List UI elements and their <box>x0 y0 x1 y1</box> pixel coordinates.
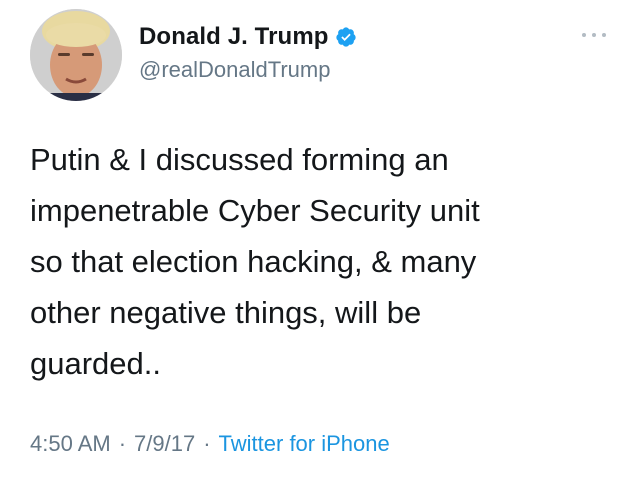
tweet-text: Putin & I discussed forming an impenetra… <box>30 142 480 381</box>
dot <box>602 33 606 37</box>
tweet-meta: 4:50 AM · 7/9/17 · Twitter for iPhone <box>30 431 390 457</box>
ellipsis-icon[interactable] <box>582 28 606 42</box>
author-handle[interactable]: @realDonaldTrump <box>139 57 330 83</box>
profile-photo-icon <box>30 9 122 101</box>
tweet-source-link[interactable]: Twitter for iPhone <box>219 431 390 457</box>
author-name-row: Donald J. Trump <box>139 20 357 54</box>
tweet-date[interactable]: 7/9/17 <box>134 431 195 457</box>
meta-separator: · <box>118 431 127 456</box>
dot <box>592 33 596 37</box>
author-name[interactable]: Donald J. Trump <box>139 23 329 51</box>
dot <box>582 33 586 37</box>
tweet-card: Donald J. Trump @realDonaldTrump Putin &… <box>0 0 640 477</box>
tweet-time[interactable]: 4:50 AM <box>30 431 111 457</box>
verified-badge-icon <box>335 26 357 48</box>
meta-separator: · <box>203 431 211 456</box>
avatar[interactable] <box>30 9 122 101</box>
